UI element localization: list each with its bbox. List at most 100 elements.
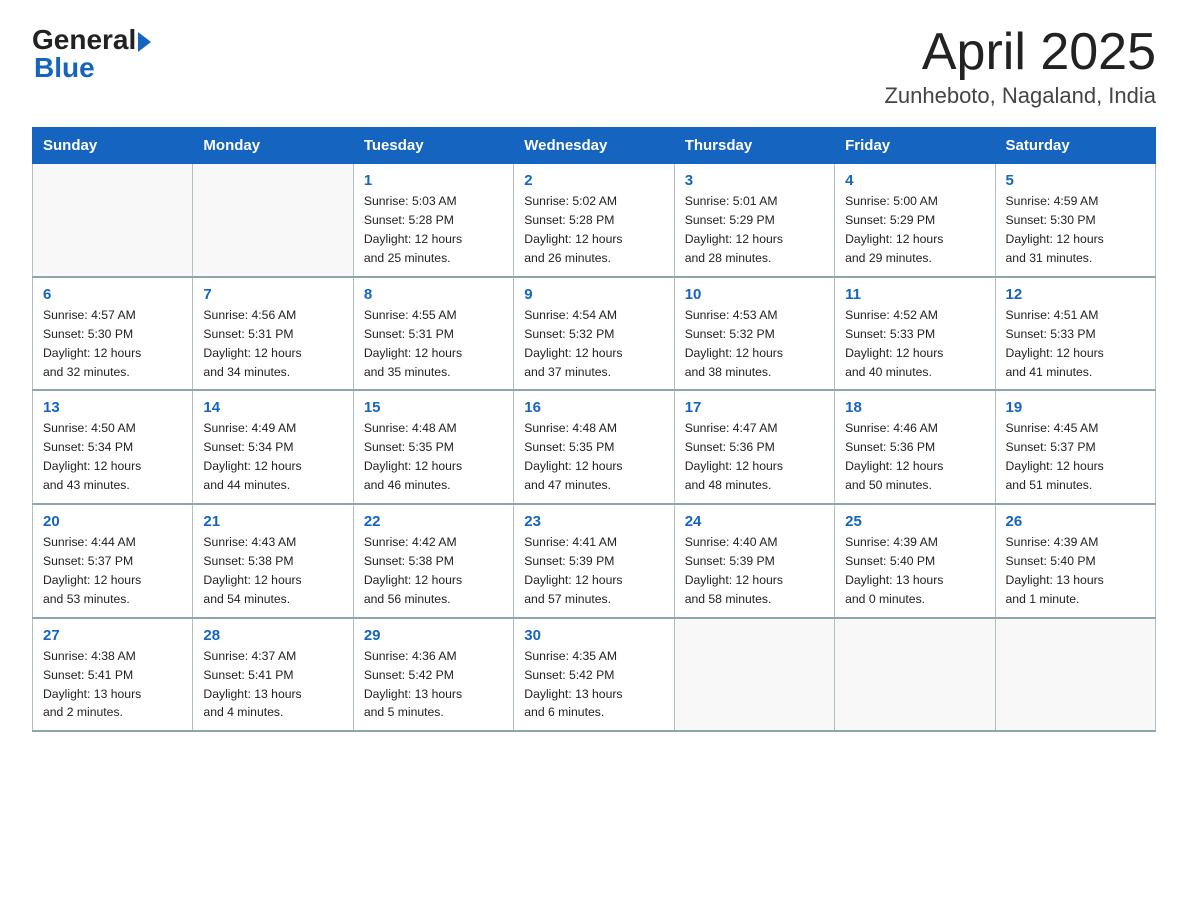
calendar-week-4: 20Sunrise: 4:44 AM Sunset: 5:37 PM Dayli… bbox=[33, 504, 1156, 618]
day-info: Sunrise: 4:57 AM Sunset: 5:30 PM Dayligh… bbox=[43, 308, 141, 379]
day-info: Sunrise: 4:42 AM Sunset: 5:38 PM Dayligh… bbox=[364, 535, 462, 606]
calendar-cell: 15 Sunrise: 4:48 AM Sunset: 5:35 PM Dayli… bbox=[353, 390, 513, 504]
day-number: 9 bbox=[524, 286, 663, 303]
calendar-cell: 13Sunrise: 4:50 AM Sunset: 5:34 PM Dayli… bbox=[33, 390, 193, 504]
day-info: Sunrise: 4:49 AM Sunset: 5:34 PM Dayligh… bbox=[203, 421, 301, 492]
calendar-cell: 5 Sunrise: 4:59 AM Sunset: 5:30 PM Daylig… bbox=[995, 164, 1155, 277]
column-header-saturday: Saturday bbox=[995, 128, 1155, 164]
day-number: 1 bbox=[364, 172, 503, 189]
day-number: 3 bbox=[685, 172, 824, 189]
calendar-cell: 16 Sunrise: 4:48 AM Sunset: 5:35 PM Dayli… bbox=[514, 390, 674, 504]
day-number: 27 bbox=[43, 627, 182, 644]
title-block: April 2025 Zunheboto, Nagaland, India bbox=[884, 24, 1156, 109]
day-info: Sunrise: 4:36 AM Sunset: 5:42 PM Dayligh… bbox=[364, 649, 462, 720]
day-info: Sunrise: 4:59 AM Sunset: 5:30 PM Dayligh… bbox=[1006, 194, 1104, 265]
day-number: 2 bbox=[524, 172, 663, 189]
day-number: 25 bbox=[845, 513, 984, 530]
day-info: Sunrise: 4:47 AM Sunset: 5:36 PM Dayligh… bbox=[685, 421, 783, 492]
day-info: Sunrise: 4:56 AM Sunset: 5:31 PM Dayligh… bbox=[203, 308, 301, 379]
day-number: 7 bbox=[203, 286, 342, 303]
day-info: Sunrise: 4:46 AM Sunset: 5:36 PM Dayligh… bbox=[845, 421, 943, 492]
day-info: Sunrise: 4:37 AM Sunset: 5:41 PM Dayligh… bbox=[203, 649, 301, 720]
day-info: Sunrise: 4:38 AM Sunset: 5:41 PM Dayligh… bbox=[43, 649, 141, 720]
calendar-cell: 3 Sunrise: 5:01 AM Sunset: 5:29 PM Daylig… bbox=[674, 164, 834, 277]
calendar-cell: 4 Sunrise: 5:00 AM Sunset: 5:29 PM Daylig… bbox=[835, 164, 995, 277]
day-number: 15 bbox=[364, 399, 503, 416]
day-number: 30 bbox=[524, 627, 663, 644]
calendar-cell: 19 Sunrise: 4:45 AM Sunset: 5:37 PM Dayli… bbox=[995, 390, 1155, 504]
calendar-cell: 27 Sunrise: 4:38 AM Sunset: 5:41 PM Dayli… bbox=[33, 618, 193, 732]
calendar-week-1: 1 Sunrise: 5:03 AM Sunset: 5:28 PM Daylig… bbox=[33, 164, 1156, 277]
calendar-cell: 14Sunrise: 4:49 AM Sunset: 5:34 PM Dayli… bbox=[193, 390, 353, 504]
calendar-cell: 26 Sunrise: 4:39 AM Sunset: 5:40 PM Dayli… bbox=[995, 504, 1155, 618]
day-info: Sunrise: 4:43 AM Sunset: 5:38 PM Dayligh… bbox=[203, 535, 301, 606]
calendar-cell: 11 Sunrise: 4:52 AM Sunset: 5:33 PM Dayli… bbox=[835, 277, 995, 391]
logo: General Blue bbox=[32, 24, 151, 84]
calendar-cell bbox=[995, 618, 1155, 732]
column-header-monday: Monday bbox=[193, 128, 353, 164]
calendar-cell: 22Sunrise: 4:42 AM Sunset: 5:38 PM Dayli… bbox=[353, 504, 513, 618]
calendar-cell: 6 Sunrise: 4:57 AM Sunset: 5:30 PM Daylig… bbox=[33, 277, 193, 391]
calendar-header: SundayMondayTuesdayWednesdayThursdayFrid… bbox=[33, 128, 1156, 164]
calendar-cell: 30 Sunrise: 4:35 AM Sunset: 5:42 PM Dayli… bbox=[514, 618, 674, 732]
calendar-week-5: 27 Sunrise: 4:38 AM Sunset: 5:41 PM Dayli… bbox=[33, 618, 1156, 732]
day-number: 21 bbox=[203, 513, 342, 530]
header-row: SundayMondayTuesdayWednesdayThursdayFrid… bbox=[33, 128, 1156, 164]
calendar-cell: 8 Sunrise: 4:55 AM Sunset: 5:31 PM Daylig… bbox=[353, 277, 513, 391]
calendar-cell: 7 Sunrise: 4:56 AM Sunset: 5:31 PM Daylig… bbox=[193, 277, 353, 391]
column-header-thursday: Thursday bbox=[674, 128, 834, 164]
column-header-wednesday: Wednesday bbox=[514, 128, 674, 164]
day-number: 28 bbox=[203, 627, 342, 644]
calendar-cell bbox=[193, 164, 353, 277]
location-title: Zunheboto, Nagaland, India bbox=[884, 83, 1156, 109]
day-info: Sunrise: 4:51 AM Sunset: 5:33 PM Dayligh… bbox=[1006, 308, 1104, 379]
calendar-cell: 24 Sunrise: 4:40 AM Sunset: 5:39 PM Dayli… bbox=[674, 504, 834, 618]
day-number: 11 bbox=[845, 286, 984, 303]
day-info: Sunrise: 4:41 AM Sunset: 5:39 PM Dayligh… bbox=[524, 535, 622, 606]
day-number: 26 bbox=[1006, 513, 1145, 530]
day-info: Sunrise: 4:55 AM Sunset: 5:31 PM Dayligh… bbox=[364, 308, 462, 379]
day-info: Sunrise: 4:39 AM Sunset: 5:40 PM Dayligh… bbox=[845, 535, 943, 606]
calendar-cell: 29 Sunrise: 4:36 AM Sunset: 5:42 PM Dayli… bbox=[353, 618, 513, 732]
day-number: 29 bbox=[364, 627, 503, 644]
day-number: 10 bbox=[685, 286, 824, 303]
day-info: Sunrise: 5:01 AM Sunset: 5:29 PM Dayligh… bbox=[685, 194, 783, 265]
day-number: 8 bbox=[364, 286, 503, 303]
calendar-cell: 12Sunrise: 4:51 AM Sunset: 5:33 PM Dayli… bbox=[995, 277, 1155, 391]
day-info: Sunrise: 4:53 AM Sunset: 5:32 PM Dayligh… bbox=[685, 308, 783, 379]
day-number: 4 bbox=[845, 172, 984, 189]
day-number: 20 bbox=[43, 513, 182, 530]
page-header: General Blue April 2025 Zunheboto, Nagal… bbox=[32, 24, 1156, 109]
day-number: 19 bbox=[1006, 399, 1145, 416]
day-number: 16 bbox=[524, 399, 663, 416]
day-info: Sunrise: 4:39 AM Sunset: 5:40 PM Dayligh… bbox=[1006, 535, 1104, 606]
logo-blue-text: Blue bbox=[34, 52, 95, 84]
calendar-cell bbox=[674, 618, 834, 732]
calendar-week-3: 13Sunrise: 4:50 AM Sunset: 5:34 PM Dayli… bbox=[33, 390, 1156, 504]
calendar-cell: 2 Sunrise: 5:02 AM Sunset: 5:28 PM Daylig… bbox=[514, 164, 674, 277]
day-info: Sunrise: 4:48 AM Sunset: 5:35 PM Dayligh… bbox=[524, 421, 622, 492]
calendar-cell bbox=[33, 164, 193, 277]
day-number: 6 bbox=[43, 286, 182, 303]
day-info: Sunrise: 4:50 AM Sunset: 5:34 PM Dayligh… bbox=[43, 421, 141, 492]
calendar-table: SundayMondayTuesdayWednesdayThursdayFrid… bbox=[32, 127, 1156, 732]
calendar-cell: 20Sunrise: 4:44 AM Sunset: 5:37 PM Dayli… bbox=[33, 504, 193, 618]
day-info: Sunrise: 4:40 AM Sunset: 5:39 PM Dayligh… bbox=[685, 535, 783, 606]
day-number: 5 bbox=[1006, 172, 1145, 189]
calendar-cell: 9Sunrise: 4:54 AM Sunset: 5:32 PM Daylig… bbox=[514, 277, 674, 391]
day-info: Sunrise: 5:03 AM Sunset: 5:28 PM Dayligh… bbox=[364, 194, 462, 265]
calendar-cell: 25 Sunrise: 4:39 AM Sunset: 5:40 PM Dayli… bbox=[835, 504, 995, 618]
day-info: Sunrise: 4:45 AM Sunset: 5:37 PM Dayligh… bbox=[1006, 421, 1104, 492]
day-info: Sunrise: 5:00 AM Sunset: 5:29 PM Dayligh… bbox=[845, 194, 943, 265]
day-info: Sunrise: 5:02 AM Sunset: 5:28 PM Dayligh… bbox=[524, 194, 622, 265]
day-number: 17 bbox=[685, 399, 824, 416]
day-info: Sunrise: 4:52 AM Sunset: 5:33 PM Dayligh… bbox=[845, 308, 943, 379]
day-info: Sunrise: 4:48 AM Sunset: 5:35 PM Dayligh… bbox=[364, 421, 462, 492]
column-header-friday: Friday bbox=[835, 128, 995, 164]
month-title: April 2025 bbox=[884, 24, 1156, 81]
day-info: Sunrise: 4:35 AM Sunset: 5:42 PM Dayligh… bbox=[524, 649, 622, 720]
logo-arrow-icon bbox=[138, 32, 151, 52]
day-number: 24 bbox=[685, 513, 824, 530]
calendar-cell: 10 Sunrise: 4:53 AM Sunset: 5:32 PM Dayli… bbox=[674, 277, 834, 391]
calendar-cell: 1 Sunrise: 5:03 AM Sunset: 5:28 PM Daylig… bbox=[353, 164, 513, 277]
